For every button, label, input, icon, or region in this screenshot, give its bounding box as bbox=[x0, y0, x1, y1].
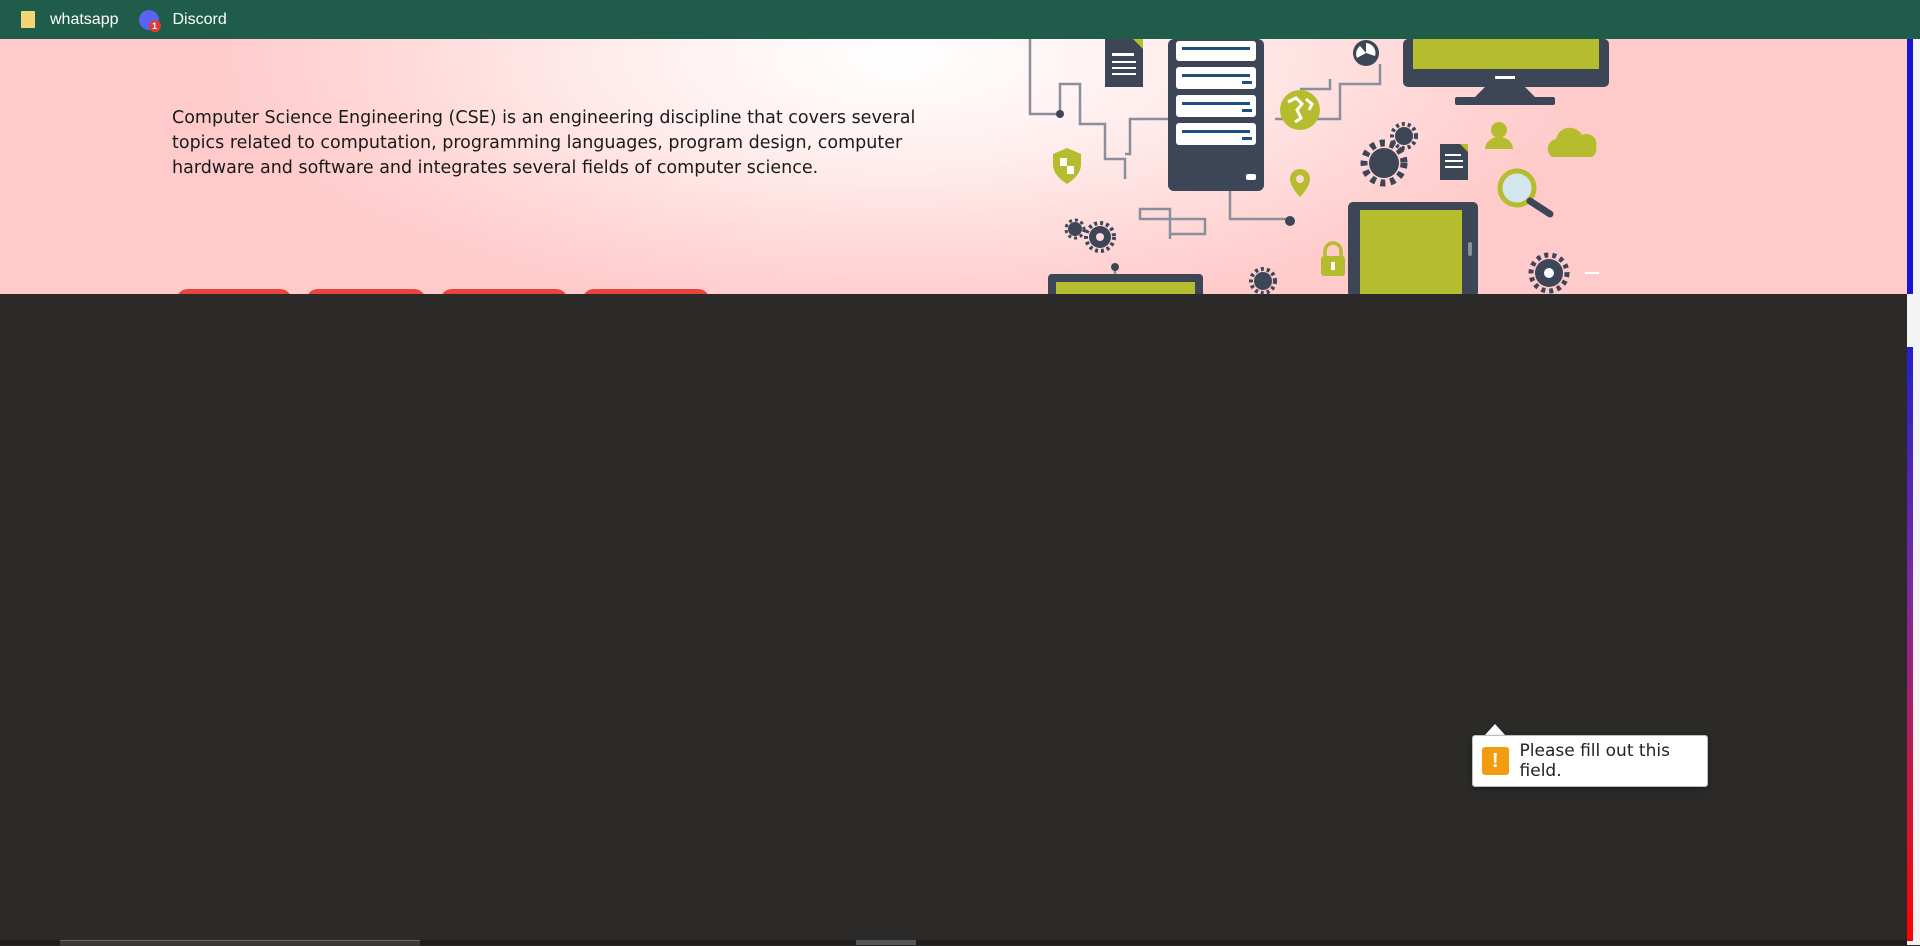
hero-pill-button-3[interactable] bbox=[440, 289, 568, 294]
server-tower-icon bbox=[1168, 39, 1264, 191]
magnifier-icon bbox=[1497, 168, 1554, 218]
pie-chart-icon bbox=[1353, 40, 1379, 66]
notification-badge: 1 bbox=[148, 19, 161, 32]
bookmark-discord[interactable]: 1 Discord bbox=[138, 9, 227, 32]
shield-icon bbox=[1053, 148, 1081, 184]
warning-icon: ! bbox=[1482, 747, 1509, 775]
bookmark-whatsapp[interactable]: whatsapp bbox=[20, 11, 119, 29]
bookmark-label: whatsapp bbox=[50, 10, 119, 28]
hero-pill-button-1[interactable] bbox=[176, 289, 292, 294]
hero-pill-button-4[interactable] bbox=[582, 289, 710, 294]
location-pin-icon bbox=[1290, 169, 1310, 197]
laptop-icon bbox=[1048, 274, 1203, 294]
hero-description: Computer Science Engineering (CSE) is an… bbox=[172, 107, 916, 178]
user-icon bbox=[1485, 122, 1513, 149]
globe-icon bbox=[1280, 90, 1320, 130]
lock-icon bbox=[1321, 241, 1345, 276]
bookmark-label: Discord bbox=[172, 10, 227, 28]
discord-icon: 1 bbox=[138, 9, 161, 32]
technology-illustration bbox=[1028, 39, 1609, 294]
cloud-icon bbox=[1547, 127, 1597, 157]
connector-dot bbox=[1056, 110, 1064, 118]
validation-tooltip: ! Please fill out this field. bbox=[1472, 735, 1708, 787]
bottom-panel-tab[interactable] bbox=[60, 940, 420, 946]
scrollbar-upper-segment bbox=[1907, 39, 1913, 294]
monitor-icon bbox=[1403, 39, 1609, 105]
bookmarks-bar: whatsapp 1 Discord bbox=[0, 0, 1920, 39]
document-icon bbox=[1105, 39, 1143, 87]
folder-icon bbox=[20, 11, 36, 28]
document-icon-small bbox=[1440, 144, 1468, 180]
hero-section: Computer Science Engineering (CSE) is an… bbox=[0, 39, 1907, 294]
bottom-panel-handle[interactable] bbox=[856, 940, 916, 945]
tablet-icon bbox=[1348, 202, 1478, 294]
hero-pill-button-2[interactable] bbox=[306, 289, 426, 294]
validation-message: Please fill out this field. bbox=[1519, 741, 1670, 781]
scrollbar-thumb[interactable] bbox=[1907, 347, 1913, 941]
